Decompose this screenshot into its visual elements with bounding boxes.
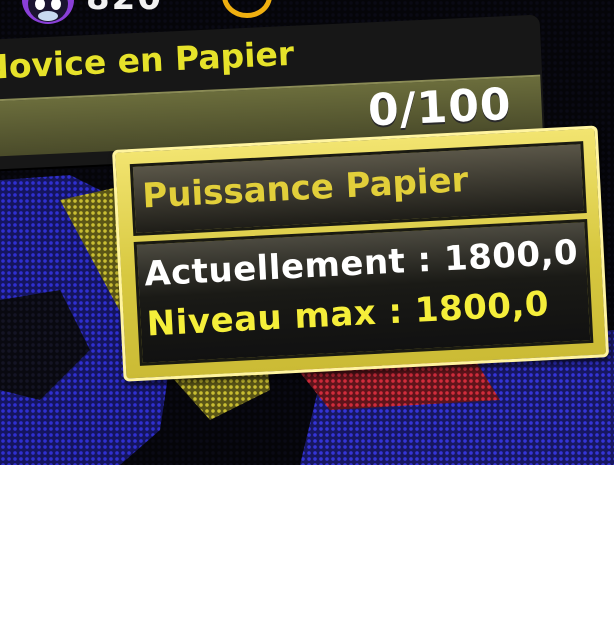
coin-icon — [222, 0, 272, 18]
max-power-value: Niveau max : 1800,0 — [145, 284, 550, 345]
purple-creature-icon — [22, 0, 74, 24]
rank-title: Novice en Papier — [0, 33, 295, 87]
power-stat-card: Puissance Papier Actuellement : 1800,0 N… — [112, 125, 610, 382]
game-screen: 820 Novice en Papier 0/100 Puissance Pap… — [0, 0, 614, 465]
card-title: Puissance Papier — [141, 160, 470, 217]
card-body: Actuellement : 1800,0 Niveau max : 1800,… — [133, 219, 594, 366]
top-currency-value: 820 — [86, 0, 163, 18]
progress-count: 0/100 — [366, 78, 513, 137]
